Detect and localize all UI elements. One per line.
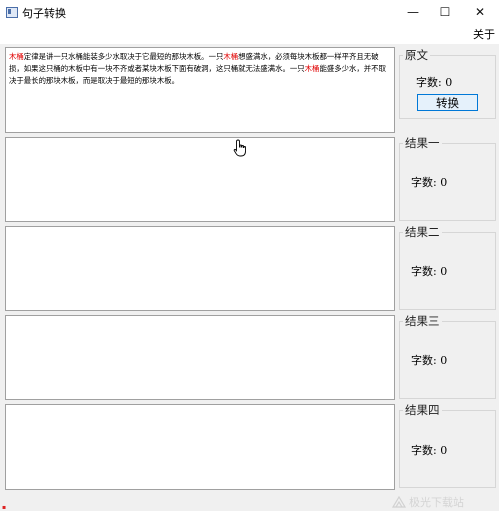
app-icon bbox=[6, 7, 18, 18]
minimize-button[interactable]: — bbox=[396, 0, 430, 24]
hand-cursor-icon bbox=[233, 139, 246, 157]
result-count-3: 字数: 0 bbox=[411, 354, 448, 367]
result-group-4-label: 结果四 bbox=[403, 402, 442, 418]
result-textbox-3[interactable] bbox=[5, 315, 395, 400]
window-title: 句子转换 bbox=[22, 7, 66, 20]
resize-grip: ▪ bbox=[2, 504, 7, 511]
aurora-logo-icon bbox=[392, 496, 406, 508]
text-segment: 定律是讲一只水桶能装多少水取决于它最短的那块木板。一只 bbox=[23, 52, 224, 61]
convert-button[interactable]: 转换 bbox=[417, 94, 478, 111]
result-group-2-label: 结果二 bbox=[403, 224, 442, 240]
watermark-text: 极光下载站 bbox=[409, 496, 464, 509]
source-count-label: 字数: 0 bbox=[416, 76, 453, 89]
highlighted-word: 木桶 bbox=[304, 64, 320, 73]
highlighted-word: 木桶 bbox=[223, 52, 239, 61]
result-group-3-label: 结果三 bbox=[403, 313, 442, 329]
close-button[interactable]: ✕ bbox=[463, 0, 497, 24]
result-count-1: 字数: 0 bbox=[411, 176, 448, 189]
source-text: 木桶定律是讲一只水桶能装多少水取决于它最短的那块木板。一只木桶想盛满水，必须每块… bbox=[9, 51, 392, 87]
menu-item-about[interactable]: 关于 bbox=[473, 26, 495, 42]
menu-bar: 关于 bbox=[0, 24, 499, 44]
result-textbox-4[interactable] bbox=[5, 404, 395, 490]
title-bar: 句子转换 — ☐ ✕ bbox=[0, 0, 499, 25]
source-group-label: 原文 bbox=[403, 47, 430, 63]
result-count-2: 字数: 0 bbox=[411, 265, 448, 278]
source-textbox[interactable]: 木桶定律是讲一只水桶能装多少水取决于它最短的那块木板。一只木桶想盛满水，必须每块… bbox=[5, 47, 395, 133]
result-count-4: 字数: 0 bbox=[411, 444, 448, 457]
result-group-1-label: 结果一 bbox=[403, 135, 442, 151]
watermark: 极光下载站 bbox=[392, 494, 464, 510]
highlighted-word: 木桶 bbox=[9, 52, 24, 61]
result-textbox-2[interactable] bbox=[5, 226, 395, 311]
result-textbox-1[interactable] bbox=[5, 137, 395, 222]
maximize-button[interactable]: ☐ bbox=[428, 0, 462, 24]
